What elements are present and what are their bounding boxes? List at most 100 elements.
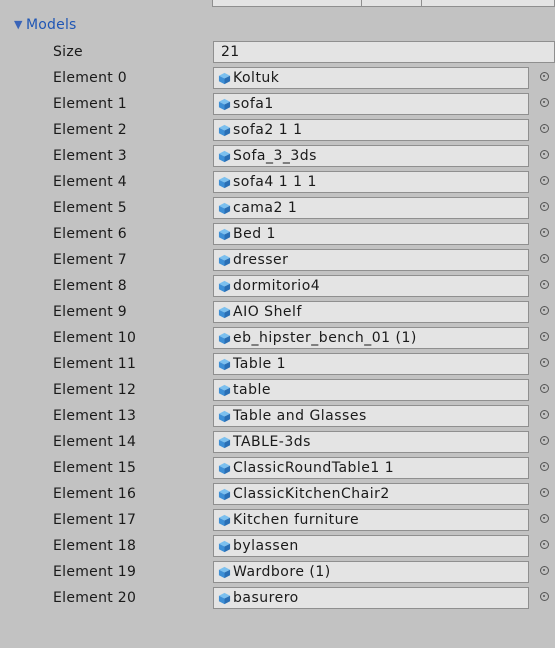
prefab-cube-icon — [218, 540, 231, 552]
prefab-cube-icon — [218, 436, 231, 448]
prefab-cube-icon — [218, 228, 231, 240]
element-row: Element 6 Bed 1 — [0, 221, 555, 247]
models-label: Models — [26, 17, 77, 33]
object-name: Table 1 — [233, 356, 287, 372]
object-field[interactable]: Kitchen furniture — [213, 509, 529, 531]
element-label: Element 5 — [53, 200, 128, 216]
object-field[interactable]: cama2 1 — [213, 197, 529, 219]
object-field[interactable]: Sofa_3_3ds — [213, 145, 529, 167]
object-name: AIO Shelf — [233, 304, 302, 320]
object-field[interactable]: Table 1 — [213, 353, 529, 375]
prefab-cube-icon — [218, 254, 231, 266]
object-field[interactable]: dresser — [213, 249, 529, 271]
object-name: table — [233, 382, 271, 398]
prefab-cube-icon — [218, 462, 231, 474]
object-field[interactable]: Koltuk — [213, 67, 529, 89]
element-row: Element 1 sofa1 — [0, 91, 555, 117]
object-field[interactable]: ClassicKitchenChair2 — [213, 483, 529, 505]
object-field[interactable]: Wardbore (1) — [213, 561, 529, 583]
prefab-cube-icon — [218, 566, 231, 578]
element-label: Element 16 — [53, 486, 137, 502]
element-label: Element 3 — [53, 148, 128, 164]
object-picker-icon[interactable] — [540, 98, 549, 107]
object-field[interactable]: table — [213, 379, 529, 401]
prefab-cube-icon — [218, 150, 231, 162]
prefab-cube-icon — [218, 202, 231, 214]
element-label: Element 15 — [53, 460, 137, 476]
object-field[interactable]: sofa1 — [213, 93, 529, 115]
object-field[interactable]: bylassen — [213, 535, 529, 557]
element-row: Element 12 table — [0, 377, 555, 403]
element-label: Element 0 — [53, 70, 128, 86]
object-picker-icon[interactable] — [540, 540, 549, 549]
element-row: Element 3 Sofa_3_3ds — [0, 143, 555, 169]
object-name: cama2 1 — [233, 200, 298, 216]
object-picker-icon[interactable] — [540, 202, 549, 211]
object-picker-icon[interactable] — [540, 280, 549, 289]
prefab-cube-icon — [218, 514, 231, 526]
object-picker-icon[interactable] — [540, 462, 549, 471]
object-field[interactable]: Table and Glasses — [213, 405, 529, 427]
object-name: Kitchen furniture — [233, 512, 360, 528]
prefab-cube-icon — [218, 72, 231, 84]
object-name: eb_hipster_bench_01 (1) — [233, 330, 417, 346]
object-field[interactable]: AIO Shelf — [213, 301, 529, 323]
object-field[interactable]: TABLE-3ds — [213, 431, 529, 453]
size-input[interactable]: 21 — [213, 41, 555, 63]
object-field[interactable]: eb_hipster_bench_01 (1) — [213, 327, 529, 349]
prefab-cube-icon — [218, 306, 231, 318]
element-label: Element 14 — [53, 434, 137, 450]
object-picker-icon[interactable] — [540, 384, 549, 393]
element-row: Element 16 ClassicKitchenChair2 — [0, 481, 555, 507]
element-label: Element 6 — [53, 226, 128, 242]
object-field[interactable]: dormitorio4 — [213, 275, 529, 297]
prefab-cube-icon — [218, 280, 231, 292]
triangle-down-icon[interactable]: ▼ — [14, 14, 24, 36]
object-picker-icon[interactable] — [540, 436, 549, 445]
object-name: basurero — [233, 590, 299, 606]
object-picker-icon[interactable] — [540, 72, 549, 81]
object-field[interactable]: sofa2 1 1 — [213, 119, 529, 141]
object-name: Table and Glasses — [233, 408, 367, 424]
element-row: Element 20 basurero — [0, 585, 555, 611]
prefab-cube-icon — [218, 488, 231, 500]
size-label: Size — [53, 44, 83, 60]
object-picker-icon[interactable] — [540, 514, 549, 523]
object-picker-icon[interactable] — [540, 176, 549, 185]
object-field[interactable]: Bed 1 — [213, 223, 529, 245]
element-label: Element 18 — [53, 538, 137, 554]
element-row: Element 9 AIO Shelf — [0, 299, 555, 325]
object-name: bylassen — [233, 538, 299, 554]
object-name: dormitorio4 — [233, 278, 321, 294]
object-field[interactable]: ClassicRoundTable1 1 — [213, 457, 529, 479]
element-label: Element 9 — [53, 304, 128, 320]
object-picker-icon[interactable] — [540, 228, 549, 237]
prefab-cube-icon — [218, 592, 231, 604]
object-picker-icon[interactable] — [540, 306, 549, 315]
object-picker-icon[interactable] — [540, 358, 549, 367]
object-picker-icon[interactable] — [540, 566, 549, 575]
object-picker-icon[interactable] — [540, 592, 549, 601]
object-picker-icon[interactable] — [540, 150, 549, 159]
object-field[interactable]: sofa4 1 1 1 — [213, 171, 529, 193]
object-picker-icon[interactable] — [540, 254, 549, 263]
element-label: Element 17 — [53, 512, 137, 528]
prefab-cube-icon — [218, 358, 231, 370]
element-row: Element 2 sofa2 1 1 — [0, 117, 555, 143]
object-picker-icon[interactable] — [540, 488, 549, 497]
previous-field-edge — [212, 0, 555, 7]
object-field[interactable]: basurero — [213, 587, 529, 609]
element-label: Element 11 — [53, 356, 137, 372]
prefab-cube-icon — [218, 384, 231, 396]
element-row: Element 18 bylassen — [0, 533, 555, 559]
object-picker-icon[interactable] — [540, 124, 549, 133]
element-label: Element 2 — [53, 122, 128, 138]
models-foldout-header[interactable]: ▼ Models — [0, 14, 555, 36]
previous-field-divider — [421, 0, 422, 7]
object-name: sofa2 1 1 — [233, 122, 303, 138]
element-label: Element 8 — [53, 278, 128, 294]
object-picker-icon[interactable] — [540, 332, 549, 341]
object-picker-icon[interactable] — [540, 410, 549, 419]
element-row: Element 5 cama2 1 — [0, 195, 555, 221]
element-row: Element 8 dormitorio4 — [0, 273, 555, 299]
